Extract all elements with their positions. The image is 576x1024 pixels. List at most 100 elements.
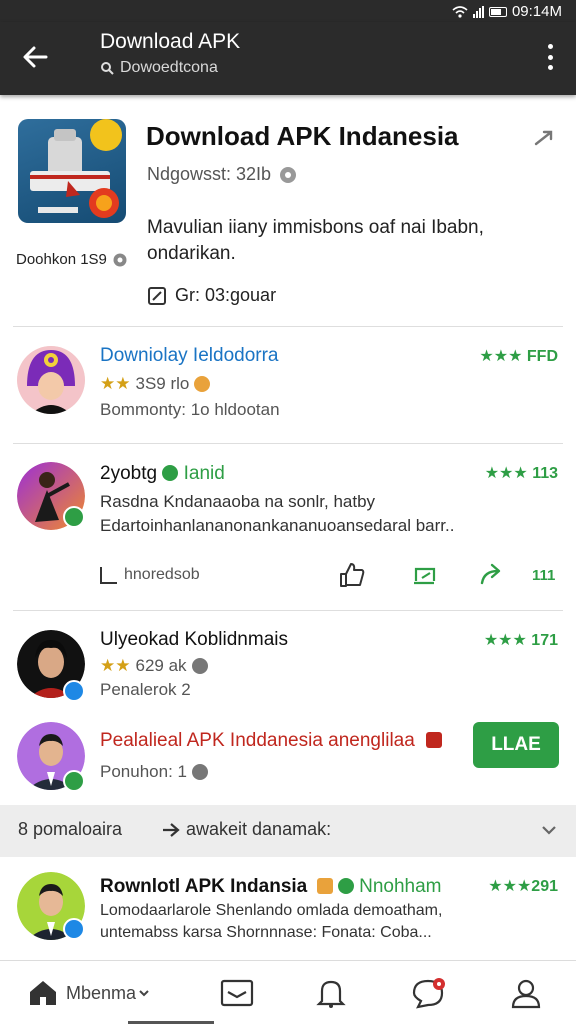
nav-notifications[interactable] [316, 975, 346, 1011]
edit-icon [148, 286, 166, 305]
app-bar-title: Download APK [100, 30, 241, 53]
review-subtitle-text: Ponuhon: 1 [100, 762, 187, 781]
review-text-line-2: Edartoinhanlananonankananuoansedaral bar… [100, 516, 455, 535]
review-text-line-1: Lomodaarlarole Shenlando omlada demoatha… [100, 902, 443, 919]
info-icon [113, 253, 127, 266]
bottom-nav: Mbenma [0, 960, 576, 1024]
avatar [17, 346, 85, 414]
nav-profile[interactable] [510, 975, 542, 1011]
install-button[interactable]: LLAE [473, 722, 559, 768]
verified-check-icon [191, 658, 208, 674]
reviewer-name-text: Rownlotl APK Indansia [100, 876, 308, 897]
divider [13, 326, 563, 327]
review-meta: ★★ 3S9 rlo [100, 374, 211, 394]
reviewer-name-text: Pealalieal APK Inddanesia anenglilaa [100, 730, 415, 751]
app-description-line-2: ondarikan. [147, 243, 236, 264]
review-actions: hnoredsob 111 [0, 556, 576, 596]
info-icon [280, 166, 297, 183]
app-bar-subtitle: Dowoedtcona [100, 59, 218, 77]
app-icon [18, 119, 126, 223]
review-rating: ★★★ 171 [483, 632, 558, 649]
review-rating-value: 171 [531, 632, 558, 649]
share-arrow-icon [480, 563, 501, 585]
reviewer-name[interactable]: Rownlotl APK Indansia Nnohham [100, 876, 441, 898]
section-bar[interactable]: 8 pomaloaira awakeit danamak: [0, 805, 576, 857]
review-subtitle: Ponuhon: 1 [100, 762, 208, 782]
chevron-down-icon[interactable] [540, 821, 558, 839]
reply-icon [100, 567, 117, 584]
wifi-icon [452, 5, 468, 18]
message-button[interactable] [410, 560, 438, 590]
app-header: Download APK Indanesia Ndgowsst: 32Ib Ma… [0, 95, 576, 327]
review-subtitle: Penalerok 2 [100, 680, 191, 699]
globe-icon [191, 764, 208, 780]
thumbs-up-icon [340, 563, 365, 587]
section-mid: awakeit danamak: [162, 819, 331, 840]
review-text: Lomodaarlarole Shenlando omlada demoatha… [100, 900, 442, 944]
status-bar: 09:14M [0, 0, 576, 22]
verified-badge-icon [63, 680, 85, 702]
forward-arrow-icon [163, 822, 180, 837]
review-rating: ★★★291 [488, 878, 558, 895]
battery-icon [488, 6, 507, 17]
review-text-line-1: Rasdna Kndanaaoba na sonlr, hatby [100, 492, 376, 511]
review-rating-value: 113 [532, 465, 558, 482]
reviewer-name-text: 2yobtg [100, 463, 158, 484]
signal-icon [472, 5, 484, 18]
verified-badge-icon [63, 506, 85, 528]
app-description-line-1: Mavulian iiany immisbons oaf nai Ibabn, [147, 217, 484, 238]
section-mid-label: awakeit danamak: [186, 819, 332, 839]
chat-icon [412, 978, 445, 1009]
nav-home[interactable]: Mbenma [28, 975, 150, 1011]
tag-icon [337, 878, 354, 894]
profile-icon [511, 979, 541, 1009]
app-description: Mavulian iiany immisbons oaf nai Ibabn, … [147, 215, 547, 267]
bell-icon [316, 980, 346, 1008]
reviewer-name[interactable]: Ulyeokad Koblidnmais [100, 629, 288, 651]
like-button[interactable] [338, 560, 366, 590]
verified-check-icon [194, 376, 211, 392]
reviewer-name[interactable]: Pealalieal APK Inddanesia anenglilaa [100, 730, 443, 752]
review-rating: ★★★ FFD [479, 348, 558, 365]
share-icon[interactable] [534, 127, 558, 147]
reviewer-name[interactable]: 2yobtg Ianid [100, 463, 225, 485]
review-meta-text: 629 ak [135, 656, 187, 675]
review-rating-value: FFD [526, 348, 558, 365]
review-text: Rasdna Kndanaaoba na sonlr, hatby Edarto… [100, 490, 454, 538]
more-options-icon[interactable] [546, 44, 554, 70]
app-bar: Download APK Dowoedtcona [0, 22, 576, 95]
review-rating: ★★★ 113 [484, 465, 558, 482]
divider [13, 610, 563, 611]
reviewer-tag: Ianid [183, 463, 225, 484]
back-arrow-icon[interactable] [20, 42, 50, 72]
chevron-down-icon [139, 990, 149, 997]
inbox-icon [220, 979, 254, 1007]
size-line: Gr: 03:gouar [147, 285, 276, 306]
status-time: 09:14M [511, 3, 562, 20]
status-icons: 09:14M [452, 3, 562, 20]
review-subtitle: Bommonty: 1o hldootan [100, 400, 280, 419]
verified-badge-icon [63, 918, 85, 940]
review-rating-value: 291 [531, 878, 558, 895]
flag-icon [426, 732, 443, 748]
divider [13, 443, 563, 444]
download-size-text: Ndgowsst: 32Ib [147, 164, 272, 184]
size-text: Gr: 03:gouar [175, 285, 277, 305]
reviewer-name[interactable]: Downiolay Ieldodorra [100, 345, 279, 367]
app-bar-subtitle-text: Dowoedtcona [120, 59, 218, 76]
share-button[interactable] [478, 560, 506, 590]
download-count-text: Doohkon 1S9 [16, 251, 107, 268]
nav-home-label: Mbenma [66, 982, 137, 1003]
download-size-line: Ndgowsst: 32Ib [147, 164, 297, 185]
home-icon [30, 981, 56, 1005]
review-text-line-2: untemabss karsa Shornnnase: Fonata: Coba… [100, 924, 432, 941]
star-rating: ★★ [100, 656, 131, 675]
nav-messages[interactable] [412, 975, 446, 1011]
reviewer-tag: Nnohham [359, 876, 442, 897]
tag-icon [316, 878, 333, 894]
review-meta: ★★ 629 ak [100, 656, 208, 676]
reply-button[interactable]: hnoredsob [98, 560, 200, 590]
nav-inbox[interactable] [220, 975, 254, 1011]
message-icon [414, 567, 436, 585]
reply-label: hnoredsob [124, 566, 200, 583]
